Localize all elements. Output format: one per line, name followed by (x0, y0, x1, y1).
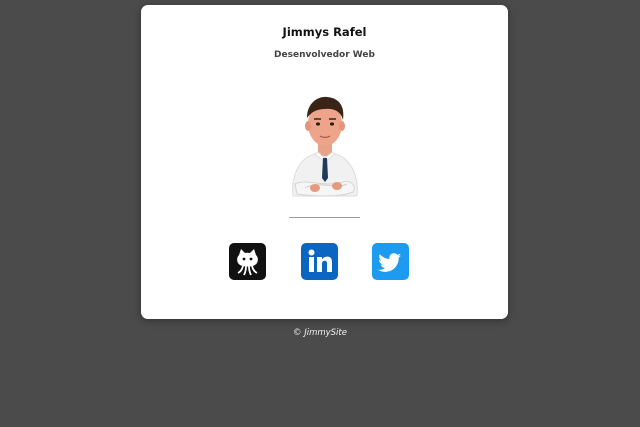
profile-card: Jimmys Rafel Desenvolvedor Web (141, 5, 508, 319)
avatar-illustration (292, 96, 358, 197)
twitter-icon (378, 253, 401, 272)
profile-name: Jimmys Rafel (282, 25, 367, 39)
footer-copyright: © JimmySite (293, 328, 347, 338)
profile-role: Desenvolvedor Web (274, 50, 375, 60)
github-icon (237, 249, 258, 276)
linkedin-icon (308, 249, 332, 272)
github-link[interactable] (229, 243, 266, 280)
twitter-link[interactable] (372, 243, 409, 280)
linkedin-link[interactable] (301, 243, 338, 280)
divider (289, 217, 360, 218)
avatar (285, 92, 365, 206)
